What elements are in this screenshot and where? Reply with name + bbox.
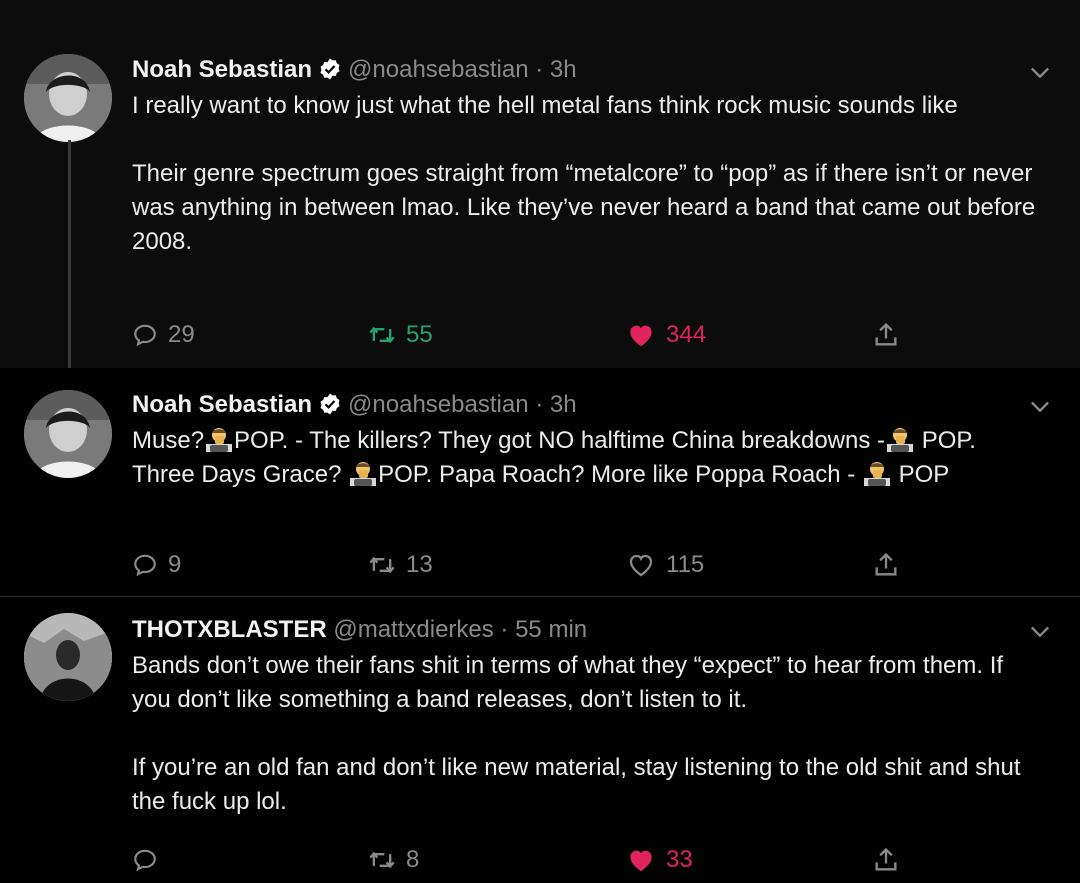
retweet-arrows-icon — [368, 551, 396, 579]
tweet-segment: Muse? — [132, 427, 205, 454]
tweet-segment: POP. Papa Roach? More like Poppa Roach - — [378, 461, 862, 488]
profile-photo-icon — [24, 54, 112, 142]
thread-connector-line — [68, 140, 71, 380]
timestamp[interactable]: · 55 min — [500, 616, 587, 643]
like-button[interactable]: 33 — [626, 840, 693, 880]
heart-icon — [626, 550, 656, 580]
like-button[interactable]: 115 — [626, 545, 704, 585]
share-button[interactable] — [872, 315, 910, 355]
like-count: 344 — [666, 321, 707, 348]
avatar[interactable] — [24, 613, 112, 701]
tweet-paragraph: Bands don’t owe their fans shit in terms… — [132, 652, 1004, 713]
profile-photo-icon — [24, 390, 112, 478]
avatar[interactable] — [24, 54, 112, 142]
facepalm-emoji-icon — [864, 460, 890, 486]
like-count: 115 — [666, 551, 705, 578]
tweet-paragraph: Their genre spectrum goes straight from … — [132, 160, 1036, 255]
tweet-header: Noah Sebastian @noahsebastian · 3h — [132, 55, 1040, 85]
facepalm-emoji-icon — [206, 426, 232, 452]
share-upload-icon — [872, 321, 900, 349]
tweet-1[interactable]: Noah Sebastian @noahsebastian · 3h I real… — [0, 0, 1080, 368]
retweet-button[interactable]: 55 — [368, 315, 433, 355]
tweet-paragraph: If you’re an old fan and don’t like new … — [132, 754, 1021, 815]
speech-bubble-icon — [132, 322, 158, 348]
heart-icon — [626, 845, 656, 875]
retweet-arrows-icon — [368, 321, 396, 349]
reply-button[interactable]: 29 — [132, 315, 195, 355]
retweet-count: 55 — [406, 321, 433, 348]
tweet-segment: POP. - The killers? They got NO halftime… — [234, 427, 886, 454]
username[interactable]: @mattxdierkes — [333, 616, 493, 643]
display-name[interactable]: THOTXBLASTER — [132, 616, 327, 643]
tweet-actions: 29 55 344 — [132, 315, 1032, 355]
retweet-button[interactable]: 13 — [368, 545, 433, 585]
tweet-body: Noah Sebastian @noahsebastian · 3h Muse? P… — [132, 390, 1040, 492]
tweet-header: THOTXBLASTER @mattxdierkes · 55 min — [132, 615, 1040, 645]
tweet-actions: 8 33 — [132, 840, 1032, 880]
chevron-down-icon[interactable] — [1026, 58, 1054, 86]
tweet-actions: 9 13 115 — [132, 545, 1032, 585]
reply-button[interactable] — [132, 840, 168, 880]
reply-count: 9 — [168, 551, 182, 578]
tweet-segment: POP — [898, 461, 950, 488]
tweet-2[interactable]: Noah Sebastian @noahsebastian · 3h Muse? P… — [0, 368, 1080, 596]
timestamp[interactable]: · 3h — [535, 56, 576, 83]
share-upload-icon — [872, 551, 900, 579]
speech-bubble-icon — [132, 847, 158, 873]
username[interactable]: @noahsebastian — [348, 56, 529, 83]
share-upload-icon — [872, 846, 900, 874]
timestamp[interactable]: · 3h — [535, 391, 576, 418]
tweet-text: Muse? POP. - The killers? They got NO hal… — [132, 424, 1040, 492]
tweet-text: Bands don’t owe their fans shit in terms… — [132, 649, 1040, 819]
share-button[interactable] — [872, 840, 910, 880]
reply-button[interactable]: 9 — [132, 545, 181, 585]
like-button[interactable]: 344 — [626, 315, 706, 355]
like-count: 33 — [666, 846, 693, 873]
tweet-header: Noah Sebastian @noahsebastian · 3h — [132, 390, 1040, 420]
profile-photo-icon — [24, 613, 112, 701]
verified-badge-icon — [318, 392, 342, 416]
username[interactable]: @noahsebastian — [348, 391, 529, 418]
retweet-count: 13 — [406, 551, 433, 578]
chevron-down-icon[interactable] — [1026, 392, 1054, 420]
tweet-body: Noah Sebastian @noahsebastian · 3h I real… — [132, 55, 1040, 259]
tweet-text: I really want to know just what the hell… — [132, 89, 1040, 259]
speech-bubble-icon — [132, 552, 158, 578]
facepalm-emoji-icon — [350, 460, 376, 486]
reply-count: 29 — [168, 321, 195, 348]
verified-badge-icon — [318, 57, 342, 81]
avatar[interactable] — [24, 390, 112, 478]
facepalm-emoji-icon — [887, 426, 913, 452]
tweet-body: THOTXBLASTER @mattxdierkes · 55 min Band… — [132, 615, 1040, 819]
display-name[interactable]: Noah Sebastian — [132, 56, 312, 83]
retweet-button[interactable]: 8 — [368, 840, 419, 880]
heart-icon — [626, 320, 656, 350]
tweet-3[interactable]: THOTXBLASTER @mattxdierkes · 55 min Band… — [0, 597, 1080, 883]
share-button[interactable] — [872, 545, 910, 585]
tweet-paragraph: I really want to know just what the hell… — [132, 92, 958, 119]
retweet-arrows-icon — [368, 846, 396, 874]
chevron-down-icon[interactable] — [1026, 617, 1054, 645]
retweet-count: 8 — [406, 846, 420, 873]
display-name[interactable]: Noah Sebastian — [132, 391, 312, 418]
